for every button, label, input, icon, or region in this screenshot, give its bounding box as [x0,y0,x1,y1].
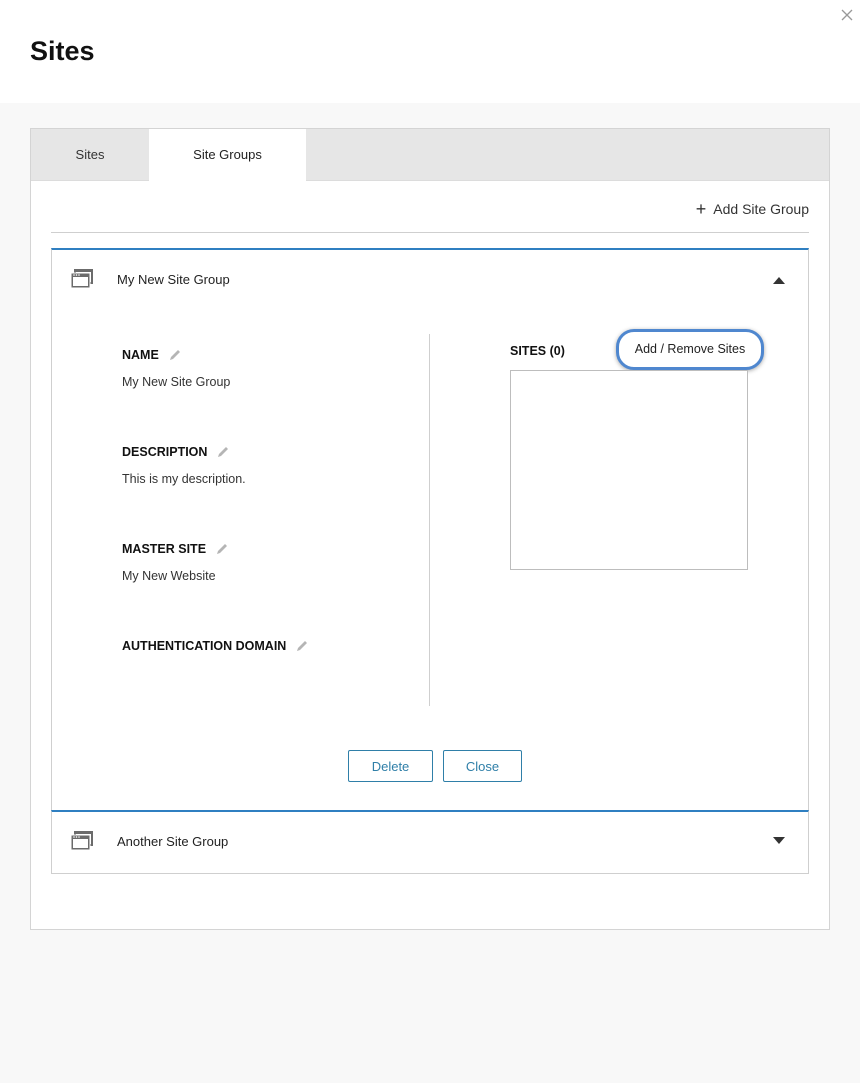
site-group-card: Another Site Group [51,810,809,874]
caret-up-icon[interactable] [773,276,785,284]
close-button[interactable]: Close [443,750,522,782]
close-icon[interactable] [840,8,854,22]
add-site-group-label: Add Site Group [713,201,809,217]
field-label-text: DESCRIPTION [122,445,208,459]
tab-sites[interactable]: Sites [31,129,149,181]
pencil-icon[interactable] [296,640,308,652]
field-label-text: MASTER SITE [122,542,207,556]
master-site-value: My New Website [122,569,216,583]
page-header: Sites [0,0,860,103]
description-label: DESCRIPTION [122,445,229,459]
plus-icon: + [695,199,707,219]
sites-count-label: SITES (0) [510,344,565,358]
name-label: NAME [122,348,181,362]
divider [51,232,809,233]
field-label-text: AUTHENTICATION DOMAIN [122,639,287,653]
master-site-label: MASTER SITE [122,542,228,556]
delete-button[interactable]: Delete [348,750,433,782]
name-value: My New Site Group [122,375,231,389]
pencil-icon[interactable] [216,543,228,555]
field-label-text: NAME [122,348,159,362]
add-remove-sites-button[interactable]: Add / Remove Sites [616,329,764,370]
add-site-group-button[interactable]: + Add Site Group [696,199,809,219]
caret-down-icon[interactable] [773,837,785,845]
window-stack-icon [70,831,93,851]
tab-site-groups[interactable]: Site Groups [149,129,306,181]
pencil-icon[interactable] [169,349,181,361]
site-groups-panel: Sites Site Groups + Add Site Group My Ne… [30,128,830,930]
site-group-title[interactable]: My New Site Group [117,272,230,287]
authentication-domain-label: AUTHENTICATION DOMAIN [122,639,308,653]
page-title: Sites [30,36,95,66]
window-stack-icon [70,269,93,289]
pencil-icon[interactable] [217,446,229,458]
sites-list[interactable] [510,370,748,570]
site-group-card: My New Site Group NAME My New Site Group… [51,248,809,812]
tab-bar: Sites Site Groups [31,129,829,181]
site-group-title[interactable]: Another Site Group [117,834,228,849]
description-value: This is my description. [122,472,246,486]
column-divider [429,334,430,706]
